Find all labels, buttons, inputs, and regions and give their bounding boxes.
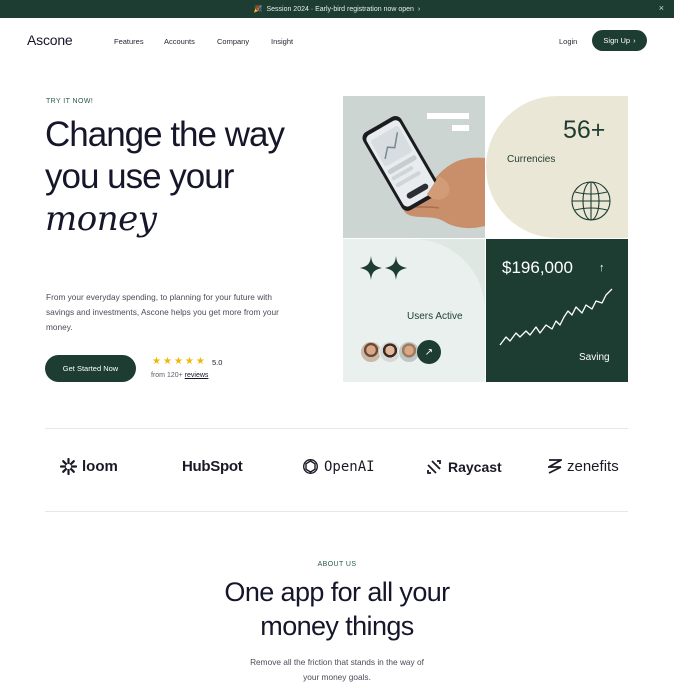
- about-heading: One app for all your money things: [0, 575, 674, 643]
- brand-hubspot: HubSpot: [182, 458, 243, 475]
- party-popper-icon: 🎉: [253, 6, 263, 13]
- nav-link-accounts[interactable]: Accounts: [164, 37, 195, 46]
- brand-name: HubSpot: [182, 458, 243, 475]
- rating-stars: ★ ★ ★ ★ ★: [152, 356, 205, 367]
- login-link[interactable]: Login: [559, 37, 577, 46]
- star-icon: ★: [162, 356, 172, 367]
- brand-name: Raycast: [448, 459, 502, 475]
- close-icon[interactable]: ×: [659, 3, 664, 13]
- nav-link-features[interactable]: Features: [114, 37, 144, 46]
- chevron-right-icon: ›: [633, 36, 636, 45]
- headline-line-3: money: [45, 199, 157, 239]
- about-text-line-2: your money goals.: [303, 672, 371, 682]
- raycast-icon: [427, 460, 441, 474]
- top-navigation: Ascone Features Accounts Company Insight…: [0, 18, 674, 66]
- brand-loom: loom: [60, 458, 118, 475]
- hero-headline: Change the way you use your money: [45, 114, 285, 240]
- currencies-tile: [486, 96, 628, 238]
- brand-raycast: Raycast: [425, 458, 502, 476]
- hero-subtext: From your everyday spending, to planning…: [46, 292, 279, 332]
- brand-zenefits: zenefits: [548, 458, 619, 475]
- logo[interactable]: Ascone: [27, 32, 73, 48]
- about-heading-line-1: One app for all your: [224, 577, 450, 607]
- nav-link-insight[interactable]: Insight: [271, 37, 293, 46]
- saving-amount: $196,000: [502, 258, 573, 277]
- hero-eyebrow: TRY IT NOW!: [46, 98, 94, 105]
- saving-trend-line: [499, 288, 613, 346]
- reviews-link[interactable]: reviews: [185, 372, 209, 379]
- divider: [45, 428, 628, 429]
- about-heading-line-2: money things: [260, 611, 414, 641]
- brand-openai: OpenAI: [302, 458, 375, 475]
- loom-icon: [60, 458, 77, 475]
- reviews-prefix: from 120+: [151, 372, 183, 379]
- headline-line-2: you use your: [45, 157, 234, 196]
- about-text: Remove all the friction that stands in t…: [0, 655, 674, 685]
- star-icon: ★: [152, 356, 161, 367]
- zenefits-icon: [548, 459, 562, 474]
- saving-label: Saving: [579, 352, 610, 363]
- brand-name: OpenAI: [324, 458, 375, 475]
- sparkle-icon: [360, 256, 407, 280]
- globe-icon: [571, 181, 611, 221]
- get-started-button[interactable]: Get Started Now: [45, 355, 136, 382]
- reviews-caption: from 120+ reviews: [151, 372, 208, 379]
- announcement-text: Session 2024 · Early-bird registration n…: [266, 5, 414, 13]
- rating-value: 5.0: [212, 358, 223, 367]
- phone-photo-tile: [343, 96, 485, 238]
- signup-label: Sign Up: [603, 36, 631, 45]
- openai-icon: [302, 458, 319, 475]
- chevron-right-icon: ›: [417, 5, 421, 13]
- headline-line-1: Change the way: [45, 115, 285, 154]
- about-eyebrow: ABOUT US: [317, 561, 357, 568]
- about-text-line-1: Remove all the friction that stands in t…: [250, 657, 424, 667]
- star-icon: ★: [195, 356, 205, 367]
- announcement-bar[interactable]: 🎉 Session 2024 · Early-bird registration…: [0, 0, 674, 18]
- currencies-label: Currencies: [507, 154, 556, 165]
- arrow-up-icon: ↑: [599, 262, 605, 274]
- currencies-count: 56+: [563, 116, 606, 144]
- nav-link-company[interactable]: Company: [217, 37, 249, 46]
- divider: [45, 511, 628, 512]
- signup-button[interactable]: Sign Up ›: [592, 30, 647, 51]
- users-active-label: Users Active: [407, 311, 463, 322]
- hand-holding-phone-image: [343, 96, 485, 238]
- star-icon: ★: [184, 356, 194, 367]
- brand-name: loom: [82, 458, 118, 475]
- brand-name: zenefits: [567, 458, 619, 475]
- arrow-up-right-icon[interactable]: ↗: [417, 340, 441, 364]
- star-icon: ★: [173, 356, 183, 367]
